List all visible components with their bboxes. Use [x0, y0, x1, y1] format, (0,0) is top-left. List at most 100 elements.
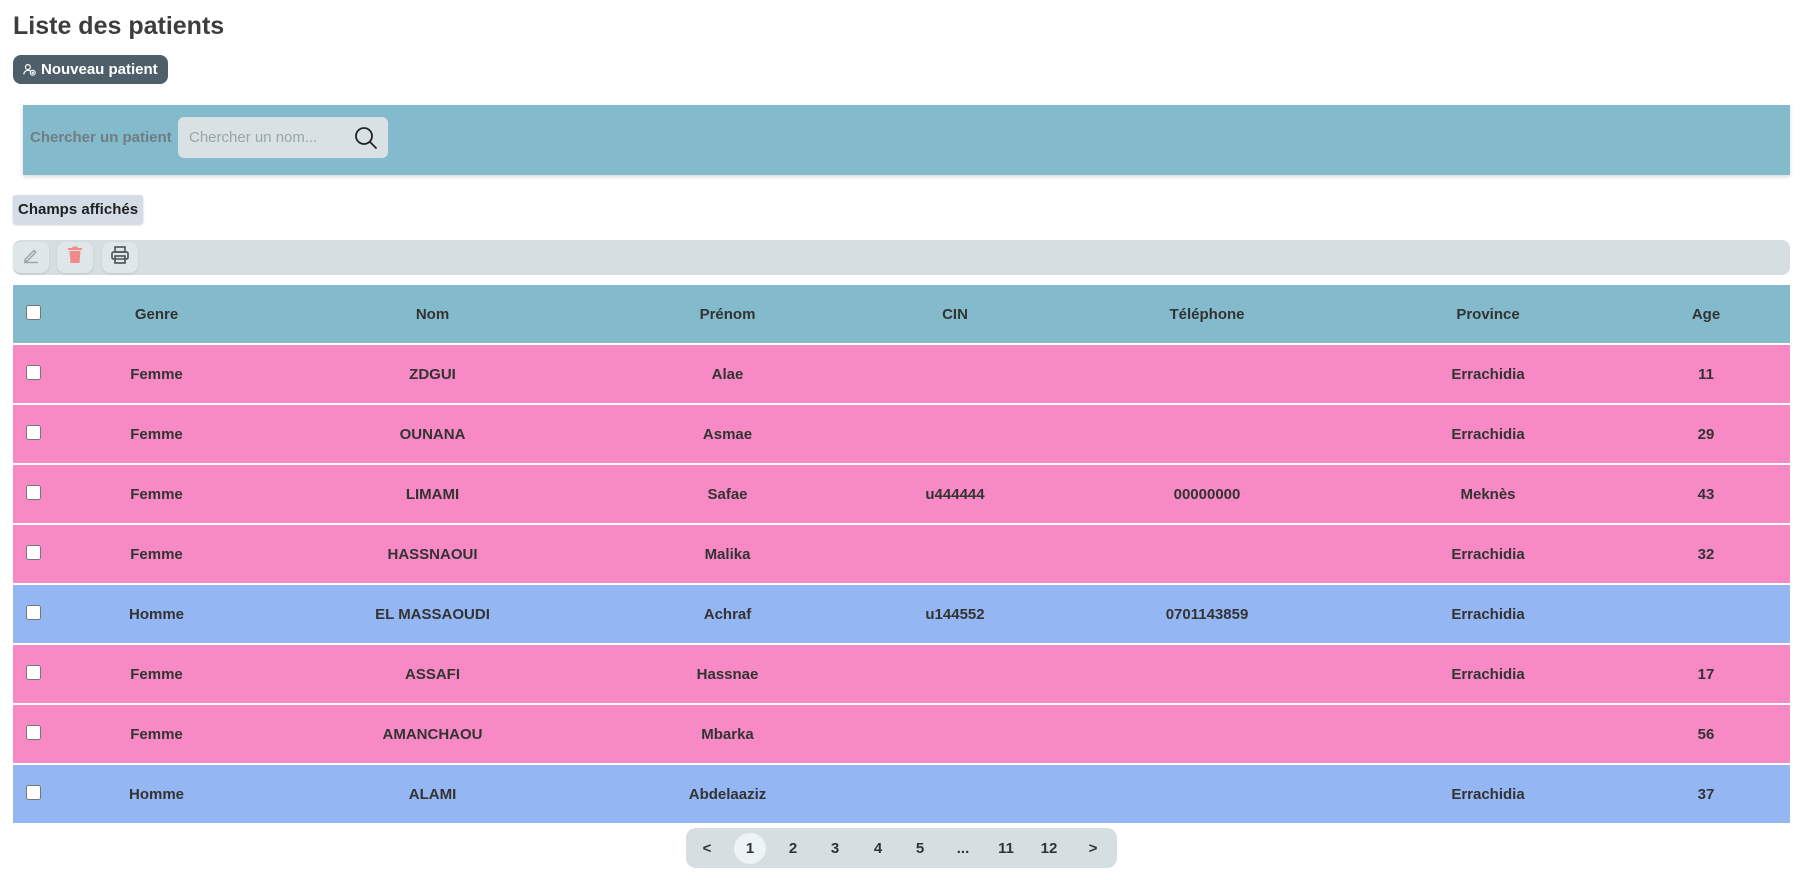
- row-select-cell: [13, 645, 53, 705]
- cell-age: 11: [1622, 345, 1790, 405]
- row-select-cell: [13, 705, 53, 765]
- cell-province: Errachidia: [1354, 345, 1622, 405]
- new-patient-label: Nouveau patient: [41, 61, 158, 78]
- cell-nom: ASSAFI: [260, 645, 605, 705]
- column-header-telephone[interactable]: Téléphone: [1060, 285, 1354, 345]
- column-header-genre[interactable]: Genre: [53, 285, 260, 345]
- previous-page-button[interactable]: <: [691, 833, 723, 864]
- cell-nom: EL MASSAOUDI: [260, 585, 605, 645]
- cell-prenom: Malika: [605, 525, 850, 585]
- next-page-button[interactable]: >: [1077, 833, 1109, 864]
- row-checkbox[interactable]: [25, 604, 41, 620]
- page-5-button[interactable]: 5: [904, 833, 936, 864]
- page-3-button[interactable]: 3: [819, 833, 851, 864]
- cell-telephone: [1060, 765, 1354, 825]
- table-row[interactable]: Femme ASSAFI Hassnae Errachidia 17: [13, 645, 1790, 705]
- row-select-cell: [13, 345, 53, 405]
- trash-icon: [67, 246, 83, 269]
- cell-genre: Homme: [53, 765, 260, 825]
- row-checkbox[interactable]: [25, 364, 41, 380]
- column-header-cin[interactable]: CIN: [850, 285, 1060, 345]
- table-row[interactable]: Homme ALAMI Abdelaaziz Errachidia 37: [13, 765, 1790, 825]
- cell-province: Errachidia: [1354, 645, 1622, 705]
- table-row[interactable]: Femme AMANCHAOU Mbarka 56: [13, 705, 1790, 765]
- cell-prenom: Asmae: [605, 405, 850, 465]
- row-checkbox[interactable]: [25, 424, 41, 440]
- column-header-prenom[interactable]: Prénom: [605, 285, 850, 345]
- row-select-cell: [13, 525, 53, 585]
- cell-nom: LIMAMI: [260, 465, 605, 525]
- cell-age: 32: [1622, 525, 1790, 585]
- pagination: < 1 2 3 4 5 ... 11 12 >: [686, 828, 1117, 868]
- cell-telephone: [1060, 645, 1354, 705]
- row-checkbox[interactable]: [25, 544, 41, 560]
- cell-age: [1622, 585, 1790, 645]
- cell-age: 29: [1622, 405, 1790, 465]
- cell-province: Errachidia: [1354, 405, 1622, 465]
- page-11-button[interactable]: 11: [990, 833, 1022, 864]
- table-toolbar: [13, 240, 1790, 275]
- cell-cin: [850, 345, 1060, 405]
- page-12-button[interactable]: 12: [1033, 833, 1065, 864]
- page-4-button[interactable]: 4: [862, 833, 894, 864]
- row-checkbox[interactable]: [25, 724, 41, 740]
- cell-telephone: [1060, 705, 1354, 765]
- column-header-province[interactable]: Province: [1354, 285, 1622, 345]
- cell-nom: AMANCHAOU: [260, 705, 605, 765]
- cell-cin: u444444: [850, 465, 1060, 525]
- cell-nom: HASSNAOUI: [260, 525, 605, 585]
- table-row[interactable]: Femme HASSNAOUI Malika Errachidia 32: [13, 525, 1790, 585]
- row-select-cell: [13, 765, 53, 825]
- printer-icon: [110, 245, 130, 270]
- cell-province: Errachidia: [1354, 765, 1622, 825]
- page-1-button[interactable]: 1: [734, 833, 766, 864]
- cell-nom: ZDGUI: [260, 345, 605, 405]
- cell-prenom: Alae: [605, 345, 850, 405]
- row-checkbox[interactable]: [25, 484, 41, 500]
- search-icon[interactable]: [354, 126, 378, 155]
- edit-button[interactable]: [13, 242, 49, 273]
- search-input[interactable]: [178, 117, 339, 158]
- cell-prenom: Hassnae: [605, 645, 850, 705]
- cell-genre: Femme: [53, 645, 260, 705]
- cell-age: 17: [1622, 645, 1790, 705]
- row-select-cell: [13, 585, 53, 645]
- cell-genre: Femme: [53, 705, 260, 765]
- column-header-age[interactable]: Age: [1622, 285, 1790, 345]
- row-checkbox[interactable]: [25, 784, 41, 800]
- column-header-nom[interactable]: Nom: [260, 285, 605, 345]
- patients-page: Liste des patients Nouveau patient Cherc…: [0, 0, 1803, 880]
- cell-age: 43: [1622, 465, 1790, 525]
- add-user-icon: [23, 63, 36, 76]
- table-header-row: Genre Nom Prénom CIN Téléphone Province …: [13, 285, 1790, 345]
- delete-button[interactable]: [57, 242, 93, 273]
- cell-province: Meknès: [1354, 465, 1622, 525]
- row-select-cell: [13, 405, 53, 465]
- page-ellipsis: ...: [956, 840, 970, 857]
- cell-genre: Femme: [53, 525, 260, 585]
- cell-telephone: [1060, 405, 1354, 465]
- table-row[interactable]: Femme OUNANA Asmae Errachidia 29: [13, 405, 1790, 465]
- table-row[interactable]: Femme ZDGUI Alae Errachidia 11: [13, 345, 1790, 405]
- cell-nom: ALAMI: [260, 765, 605, 825]
- table-row[interactable]: Homme EL MASSAOUDI Achraf u144552 070114…: [13, 585, 1790, 645]
- select-all-checkbox[interactable]: [25, 304, 41, 320]
- row-checkbox[interactable]: [25, 664, 41, 680]
- pencil-icon: [22, 246, 40, 269]
- displayed-fields-button[interactable]: Champs affichés: [13, 195, 144, 224]
- new-patient-button[interactable]: Nouveau patient: [13, 55, 168, 84]
- row-select-cell: [13, 465, 53, 525]
- search-label: Chercher un patient: [30, 129, 172, 146]
- cell-province: Errachidia: [1354, 585, 1622, 645]
- cell-cin: [850, 645, 1060, 705]
- cell-province: Errachidia: [1354, 525, 1622, 585]
- print-button[interactable]: [102, 242, 138, 273]
- patients-table: Genre Nom Prénom CIN Téléphone Province …: [13, 285, 1790, 825]
- cell-cin: [850, 405, 1060, 465]
- cell-prenom: Achraf: [605, 585, 850, 645]
- search-panel: Chercher un patient: [23, 105, 1790, 175]
- cell-cin: u144552: [850, 585, 1060, 645]
- cell-prenom: Mbarka: [605, 705, 850, 765]
- table-row[interactable]: Femme LIMAMI Safae u444444 00000000 Mekn…: [13, 465, 1790, 525]
- page-2-button[interactable]: 2: [777, 833, 809, 864]
